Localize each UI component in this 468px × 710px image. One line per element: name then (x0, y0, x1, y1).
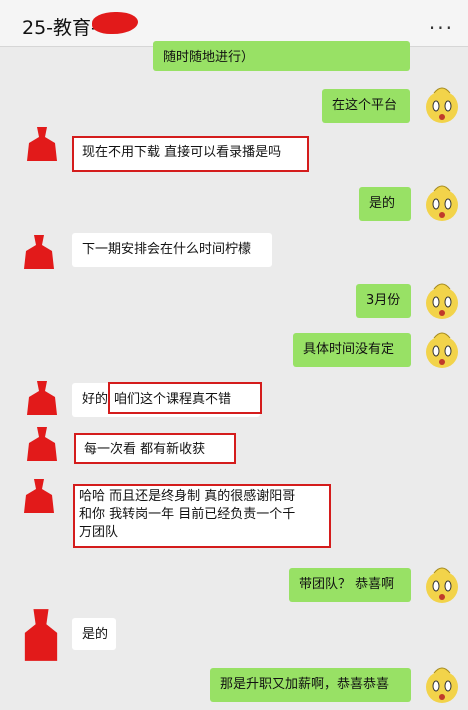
message-text: 下一期安排会在什么时间柠檬 (82, 242, 252, 257)
message-text: 3月份 (366, 293, 401, 308)
red-redacted-avatar-icon[interactable] (25, 379, 59, 417)
message-text: 是的 (82, 627, 109, 642)
message-bubble-received[interactable]: 下一期安排会在什么时间柠檬 (72, 233, 272, 267)
message-bubble-sent[interactable]: 3月份 (356, 284, 411, 318)
yellow-cartoon-face-icon[interactable] (422, 665, 462, 705)
more-options-icon[interactable]: ... (429, 10, 454, 34)
red-redacted-avatar-icon[interactable] (22, 477, 56, 515)
red-redacted-avatar-icon[interactable] (22, 233, 56, 271)
message-text: 在这个平台 (332, 98, 398, 113)
message-bubble-sent[interactable]: 是的 (359, 187, 411, 221)
message-bubble-received[interactable]: 是的 (72, 618, 116, 650)
chat-title: 25-教育- (22, 17, 98, 39)
yellow-cartoon-face-icon[interactable] (422, 85, 462, 125)
message-text: 随时随地进行） (163, 50, 255, 65)
message-prefix: 好的 (82, 392, 109, 407)
highlight-box (108, 382, 262, 414)
message-bubble-sent[interactable]: 那是升职又加薪啊，恭喜恭喜 (210, 668, 411, 702)
redaction-mark (92, 12, 138, 34)
yellow-cartoon-face-icon[interactable] (422, 183, 462, 223)
message-text: 那是升职又加薪啊，恭喜恭喜 (220, 677, 390, 692)
message-list[interactable]: 随时随地进行） 在这个平台 现在不用下载 直接可以看录播是吗 是的 下一期安排会… (0, 41, 468, 710)
message-bubble-sent[interactable]: 具体时间没有定 (293, 333, 411, 367)
message-text: 带团队？ 恭喜啊 (299, 577, 395, 592)
message-text: 具体时间没有定 (303, 342, 395, 357)
red-redacted-avatar-icon[interactable] (22, 607, 60, 663)
message-bubble-sent[interactable]: 带团队？ 恭喜啊 (289, 568, 411, 602)
yellow-cartoon-face-icon[interactable] (422, 330, 462, 370)
chat-header: 25-教育- ... (0, 0, 468, 47)
red-redacted-avatar-icon[interactable] (25, 425, 59, 463)
red-redacted-avatar-icon[interactable] (25, 125, 59, 163)
message-text: 是的 (369, 196, 396, 211)
highlight-box (74, 433, 236, 464)
message-bubble-sent[interactable]: 随时随地进行） (153, 41, 410, 71)
yellow-cartoon-face-icon[interactable] (422, 281, 462, 321)
highlight-box (72, 136, 309, 172)
yellow-cartoon-face-icon[interactable] (422, 565, 462, 605)
message-bubble-sent[interactable]: 在这个平台 (322, 89, 410, 123)
highlight-box (73, 484, 331, 548)
